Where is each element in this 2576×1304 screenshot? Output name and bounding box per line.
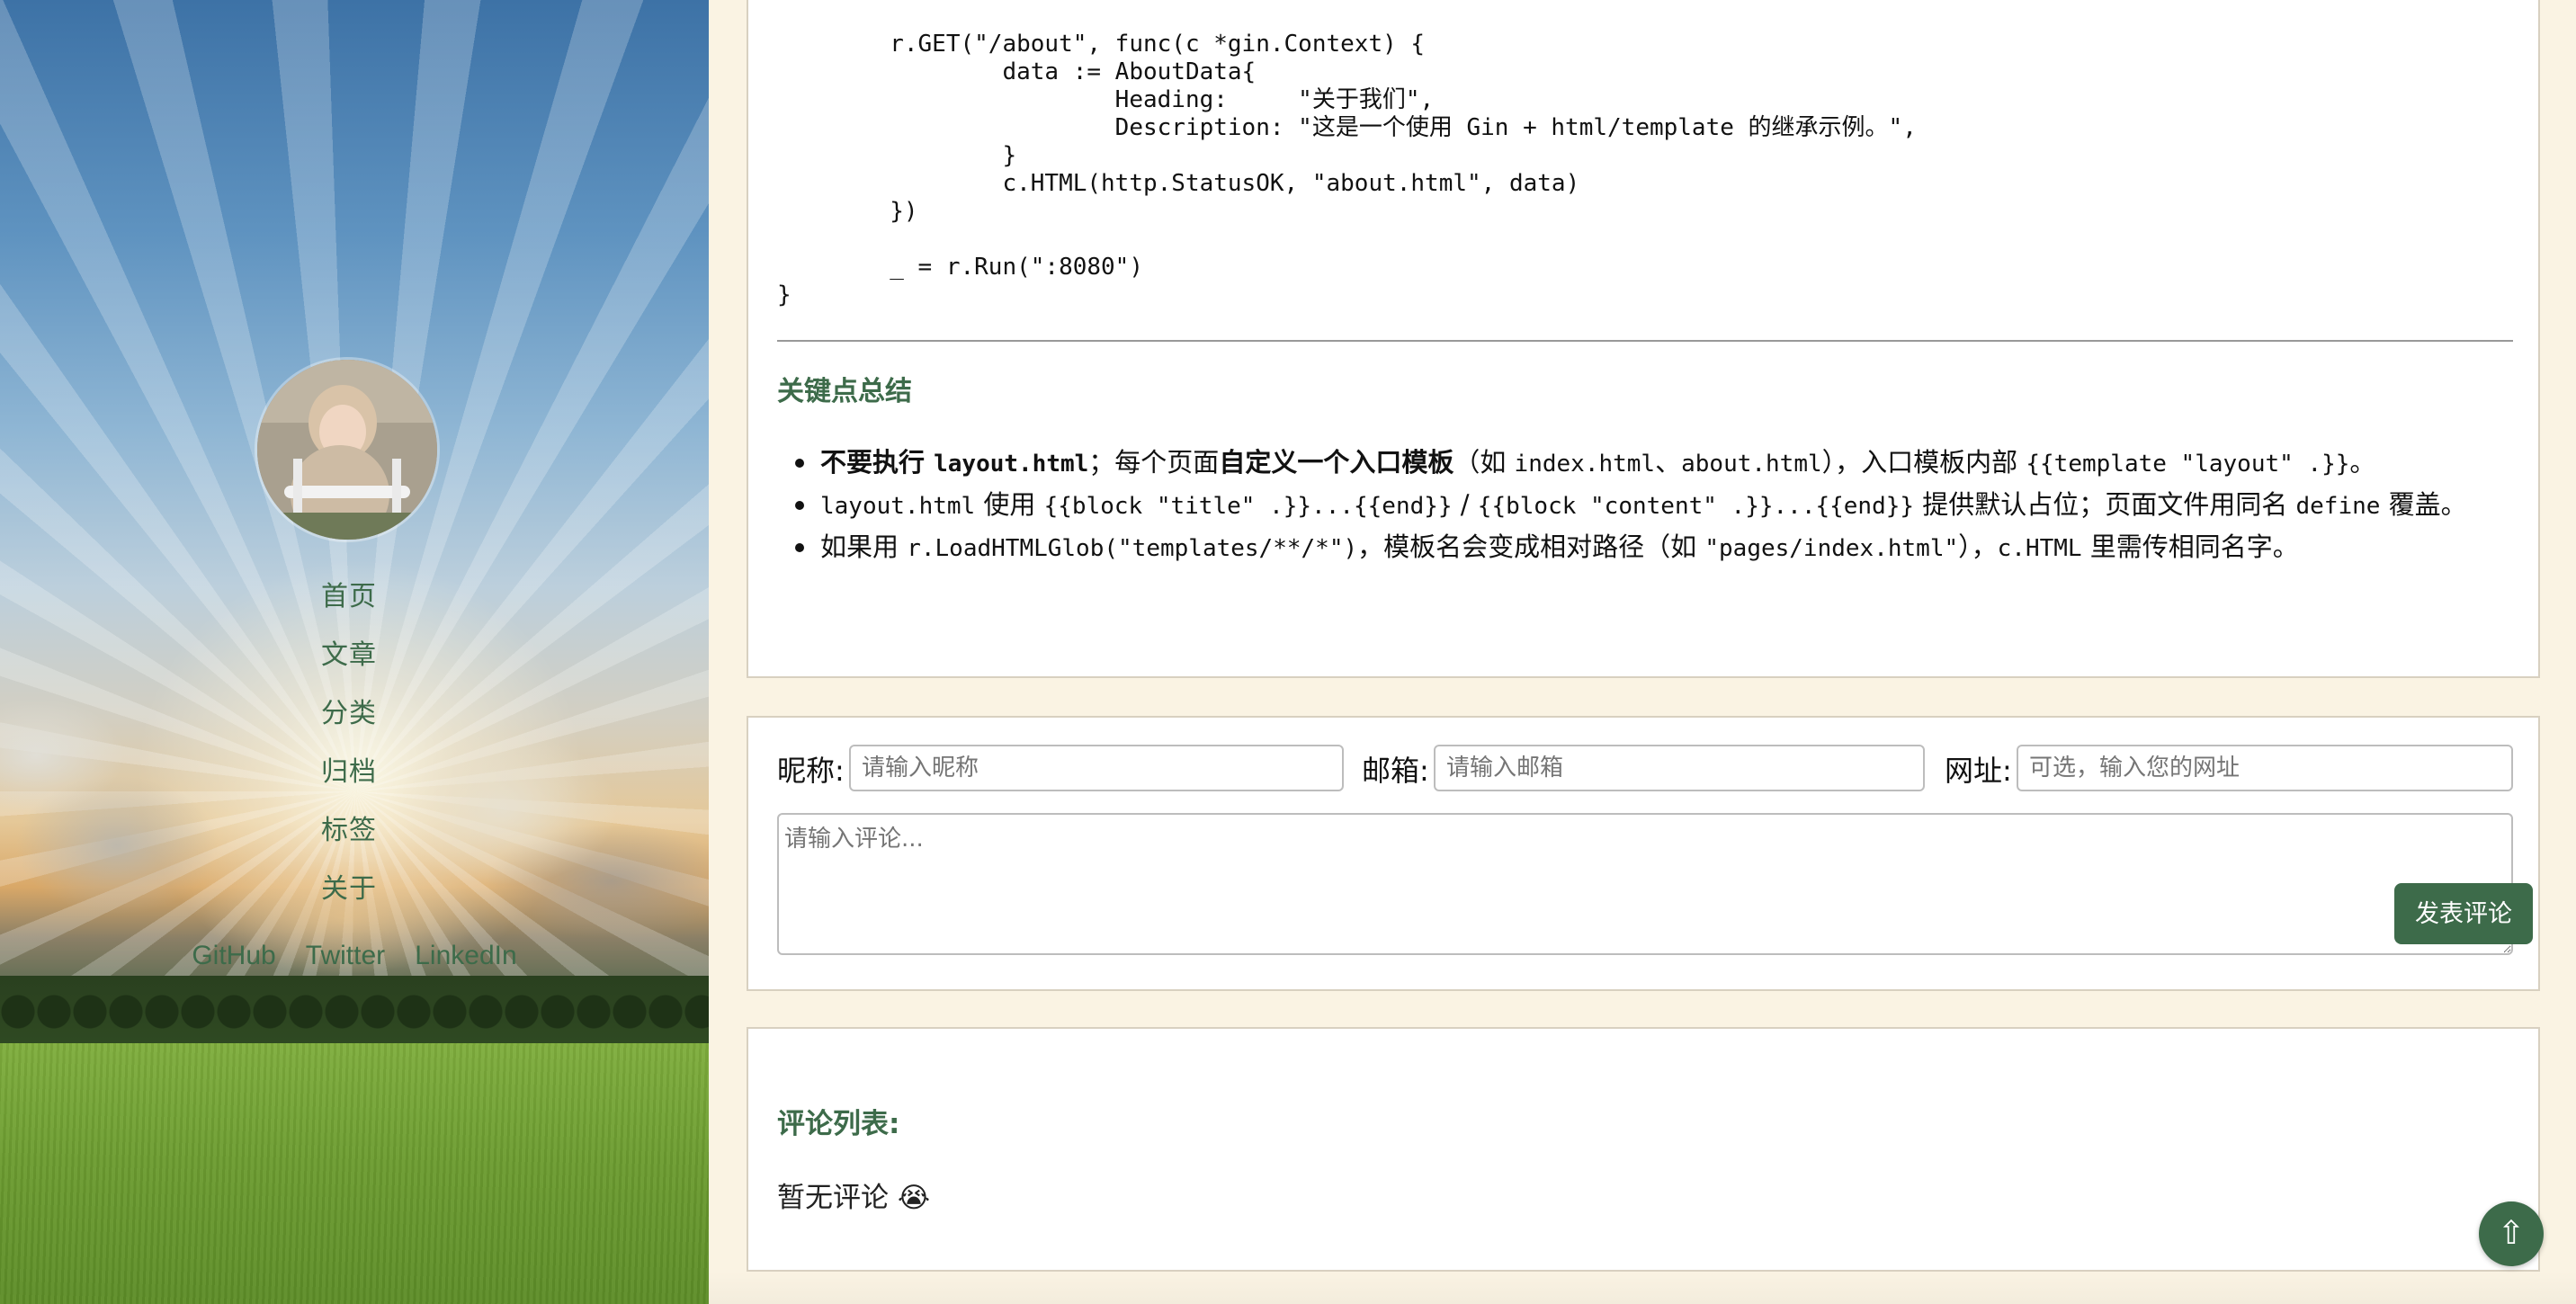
divider [777, 340, 2513, 342]
code-line: Description: "这是一个使用 Gin + html/template… [1114, 114, 1917, 141]
text: 覆盖。 [2380, 489, 2467, 520]
code-line: c.HTML(http.StatusOK, "about.html", data… [1002, 170, 1580, 197]
text: ），入口模板内部 [1821, 447, 2026, 478]
website-label: 网址: [1945, 754, 2012, 788]
linkedin-link[interactable]: LinkedIn [415, 941, 516, 971]
summary-item: 如果用 r.LoadHTMLGlob("templates/**/*")，模板名… [795, 527, 2511, 569]
code-inline: about.html [1681, 451, 1822, 478]
back-to-top-button[interactable]: ⇧ [2479, 1201, 2544, 1266]
nav-categories[interactable]: 分类 [0, 691, 698, 749]
submit-comment-button[interactable]: 发表评论 [2394, 883, 2533, 944]
nav-articles[interactable]: 文章 [0, 632, 698, 691]
bottom-shade [709, 1272, 2576, 1304]
code-inline: c.HTML [1997, 535, 2082, 562]
code-line: }) [890, 198, 918, 225]
nav-archives[interactable]: 归档 [0, 749, 698, 808]
nav-tags[interactable]: 标签 [0, 808, 698, 866]
text: 如果用 [820, 531, 908, 562]
sidebar-background-trees [0, 976, 709, 1048]
summary-heading: 关键点总结 [777, 376, 912, 407]
arrow-up-icon: ⇧ [2497, 1215, 2526, 1252]
comment-form: 昵称: 邮箱: 网址: 发表评论 [747, 716, 2540, 991]
text: 里需传相同名字。 [2081, 531, 2299, 562]
text-bold: 不要执行 [820, 447, 935, 478]
code-line: data := AboutData{ [1002, 58, 1257, 85]
main-content: }) r.GET("/about", func(c *gin.Context) … [709, 0, 2576, 1304]
code-inline: define [2295, 493, 2381, 520]
comments-heading: 评论列表: [777, 1108, 900, 1140]
nickname-label: 昵称: [777, 754, 845, 788]
code-inline: layout.html [934, 451, 1089, 478]
code-line: }) [777, 0, 917, 2]
sidebar: 首页 文章 分类 归档 标签 关于 GitHub Twitter LinkedI… [0, 0, 709, 1304]
sidebar-background-field [0, 1043, 709, 1304]
code-inline: layout.html [820, 493, 976, 520]
text: / [1452, 489, 1478, 520]
nav-about[interactable]: 关于 [0, 866, 698, 924]
text-bold: 自定义一个入口模板 [1219, 447, 1454, 478]
code-inline: {{block "content" .}}...{{end}} [1477, 493, 1915, 520]
avatar[interactable] [257, 360, 437, 540]
summary-list: 不要执行 layout.html；每个页面自定义一个入口模板（如 index.h… [795, 442, 2511, 569]
twitter-link[interactable]: Twitter [306, 941, 385, 971]
nav-home[interactable]: 首页 [0, 574, 698, 632]
nickname-input[interactable] [849, 745, 1344, 791]
article-card: }) r.GET("/about", func(c *gin.Context) … [747, 0, 2540, 678]
text: 使用 [975, 489, 1044, 520]
no-comments-text: 暂无评论 😭 [777, 1182, 931, 1214]
text: 提供默认占位；页面文件用同名 [1914, 489, 2296, 520]
code-line: } [1002, 142, 1017, 169]
website-input[interactable] [2017, 745, 2513, 791]
code-inline: "pages/index.html" [1704, 535, 1959, 562]
email-input[interactable] [1434, 745, 1925, 791]
sidebar-nav: 首页 文章 分类 归档 标签 关于 [0, 574, 698, 924]
code-line: _ = r.Run(":8080") [890, 254, 1143, 281]
code-block: }) r.GET("/about", func(c *gin.Context) … [777, 0, 1917, 309]
summary-item: layout.html 使用 {{block "title" .}}...{{e… [795, 485, 2511, 527]
text: 。 [2349, 447, 2376, 478]
avatar-image [257, 360, 437, 540]
github-link[interactable]: GitHub [192, 941, 275, 971]
summary-item: 不要执行 layout.html；每个页面自定义一个入口模板（如 index.h… [795, 442, 2511, 485]
comment-textarea[interactable] [777, 813, 2513, 955]
code-line: Heading: "关于我们", [1114, 86, 1435, 113]
comments-section: 评论列表: 暂无评论 😭 [747, 1027, 2540, 1272]
code-inline: r.LoadHTMLGlob("templates/**/*") [907, 535, 1358, 562]
code-line: r.GET("/about", func(c *gin.Context) { [890, 31, 1426, 58]
text: ；每个页面 [1088, 447, 1220, 478]
social-links: GitHub Twitter LinkedIn [0, 941, 709, 971]
text: ）， [1958, 531, 1998, 562]
code-line: } [777, 281, 792, 308]
code-inline: {{block "title" .}}...{{end}} [1043, 493, 1453, 520]
text: （如 [1453, 447, 1515, 478]
text: ，模板名会变成相对路径（如 [1357, 531, 1705, 562]
text: 、 [1655, 447, 1682, 478]
code-inline: {{template "layout" .}} [2026, 451, 2350, 478]
email-label: 邮箱: [1362, 754, 1429, 788]
code-inline: index.html [1514, 451, 1656, 478]
